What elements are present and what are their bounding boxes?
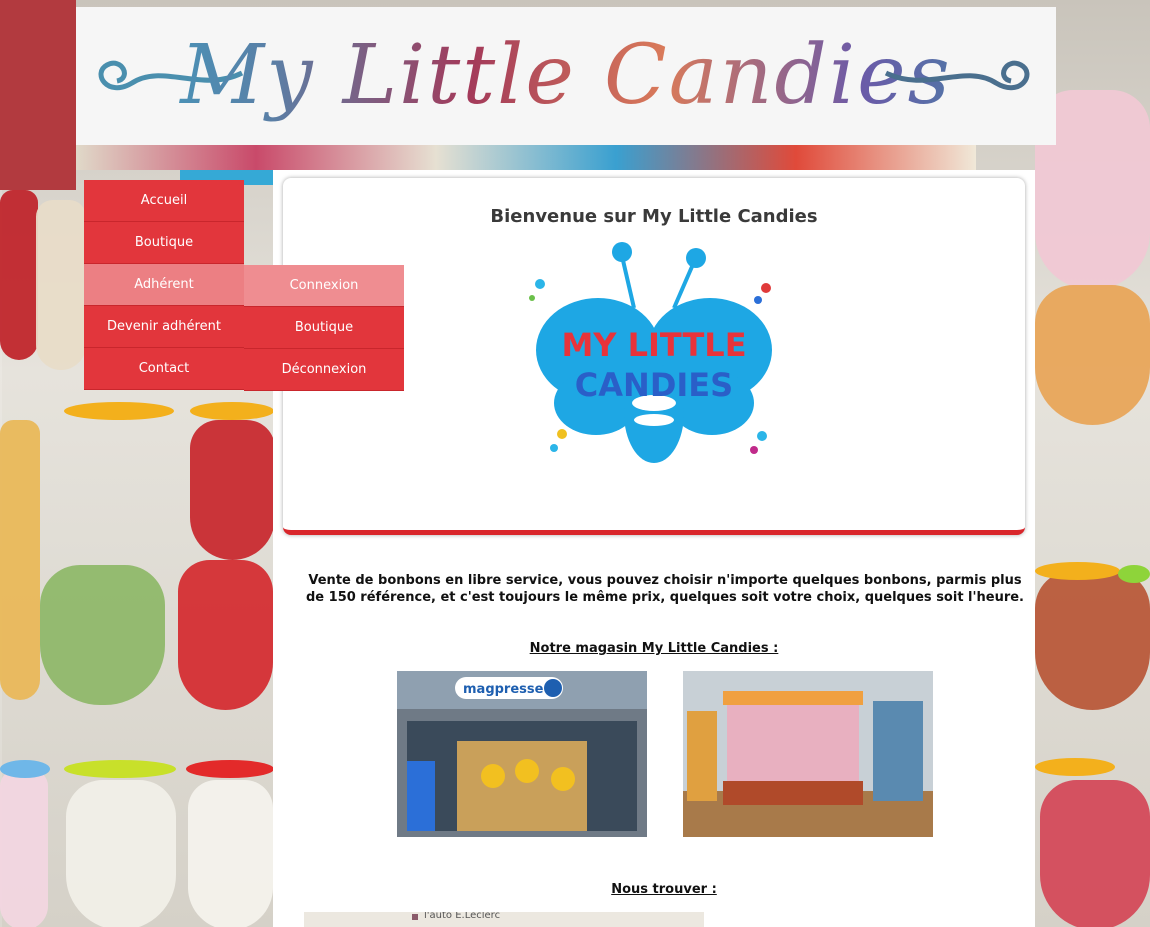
jar-lid (1035, 562, 1120, 580)
store-interior-image (683, 671, 933, 837)
nav-item-accueil[interactable]: Accueil (84, 180, 244, 222)
jar-lid (186, 760, 274, 778)
nav-item-boutique[interactable]: Boutique (84, 222, 244, 264)
nav-item-adherent[interactable]: Adhérent (84, 264, 244, 306)
submenu-item-boutique[interactable]: Boutique (244, 307, 404, 349)
submenu-item-deconnexion[interactable]: Déconnexion (244, 349, 404, 391)
store-front-image: magpresse (397, 671, 647, 837)
butterfly-logo: MY LITTLE CANDIES (529, 242, 772, 463)
candy-jar (188, 780, 273, 927)
candy-jar (1035, 285, 1150, 425)
candy-jar (1040, 780, 1150, 927)
map-label: l'auto E.Leclerc (424, 912, 501, 921)
candy-jar (36, 200, 86, 370)
jar-lid (190, 402, 274, 420)
candy-jar (0, 420, 40, 700)
nav-item-contact[interactable]: Contact (84, 348, 244, 390)
store-heading: Notre magasin My Little Candies : (529, 641, 779, 656)
location-heading: Nous trouver : (611, 882, 717, 897)
map-marker-icon (412, 914, 418, 920)
adherent-submenu: Connexion Boutique Déconnexion (244, 265, 404, 391)
candy-jar (0, 190, 38, 360)
candy-jar (0, 770, 48, 927)
jar-lid (0, 760, 50, 778)
jar-lid (64, 760, 176, 778)
welcome-title: Bienvenue sur My Little Candies (490, 206, 818, 227)
candy-display (0, 0, 76, 190)
main-nav: Accueil Boutique Adhérent Devenir adhére… (84, 180, 244, 390)
store-sign-text: magpresse (463, 682, 544, 697)
store-front-photo: magpresse (397, 671, 647, 837)
nav-item-devenir-adherent[interactable]: Devenir adhérent (84, 306, 244, 348)
swirl-ornament-right (884, 60, 1030, 91)
store-description: Vente de bonbons en libre service, vous … (306, 573, 1024, 605)
candy-jar (178, 560, 273, 710)
jar-lid (1035, 758, 1115, 776)
jar-lid (64, 402, 174, 420)
logo-text-line2: CANDIES (575, 366, 733, 404)
logo-text-line1: MY LITTLE (561, 326, 746, 364)
site-banner: My Little Candies (76, 7, 1056, 145)
candy-jar (190, 420, 275, 560)
candy-jar (66, 780, 176, 927)
jar-lid (1118, 565, 1150, 583)
submenu-item-connexion[interactable]: Connexion (244, 265, 404, 307)
candy-jar (1035, 570, 1150, 710)
map-widget[interactable]: l'auto E.Leclerc (304, 912, 704, 927)
store-interior-photo (683, 671, 933, 837)
candy-jar (40, 565, 165, 705)
candy-display (76, 145, 976, 170)
